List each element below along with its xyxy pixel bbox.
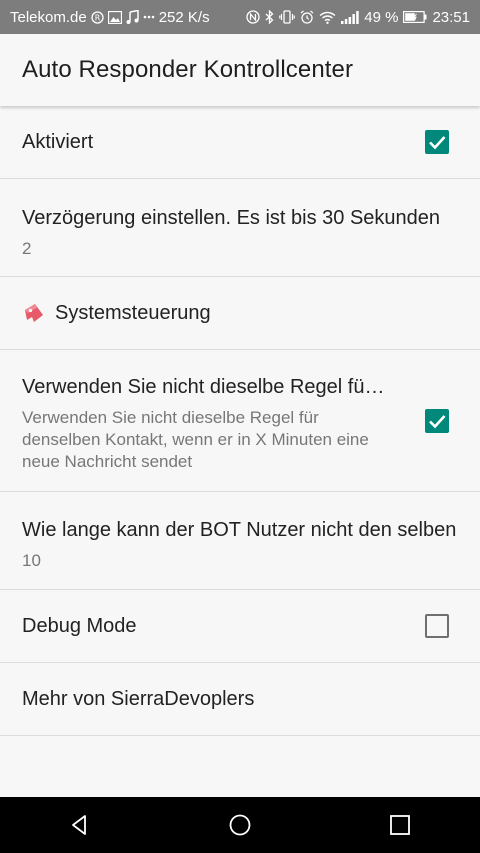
setting-debug[interactable]: Debug Mode [0,590,480,663]
network-speed: 252 K/s [158,8,210,26]
category-systemsteuerung: Systemsteuerung [0,277,480,350]
bookmark-icon [22,301,46,325]
setting-bot-limit-value: 10 [22,551,41,570]
battery-percent: 49 % [364,8,399,26]
setting-same-rule-summary: Verwenden Sie nicht dieselbe Regel für d… [22,408,369,471]
clock: 23:51 [432,8,470,26]
recents-button[interactable] [370,797,430,853]
debug-checkbox[interactable] [425,614,449,638]
setting-bot-limit-title: Wie lange kann der BOT Nutzer nicht den … [22,519,457,541]
setting-delay[interactable]: Verzögerung einstellen. Es ist bis 30 Se… [0,179,480,277]
setting-same-rule[interactable]: Verwenden Sie nicht dieselbe Regel für d… [0,350,480,492]
settings-list: Aktiviert Verzögerung einstellen. Es ist… [0,106,480,736]
back-icon [72,815,86,835]
carrier-label: Telekom.de [10,8,87,26]
bluetooth-icon [265,10,274,24]
signal-icon [341,10,359,24]
setting-delay-value: 2 [22,239,32,258]
setting-more-title: Mehr von SierraDevoplers [22,687,255,710]
recents-icon [390,815,410,835]
app-bar: Auto Responder Kontrollcenter [0,34,480,106]
vibrate-icon [279,10,296,24]
nav-bar [0,797,480,853]
setting-delay-title: Verzögerung einstellen. Es ist bis 30 Se… [22,207,441,229]
battery-icon [403,11,427,23]
wifi-icon [319,11,336,24]
r-circle-icon: R [91,10,104,24]
setting-bot-limit[interactable]: Wie lange kann der BOT Nutzer nicht den … [0,492,480,590]
activated-checkbox[interactable] [425,130,449,154]
setting-activated[interactable]: Aktiviert [0,106,480,179]
nfc-icon [246,10,260,24]
status-bar: Telekom.de R 252 K/s 49 % 23:51 [0,0,480,34]
same-rule-checkbox[interactable] [425,408,449,433]
category-title: Systemsteuerung [55,301,211,324]
home-button[interactable] [210,797,270,853]
image-icon [107,10,122,24]
setting-activated-title: Aktiviert [22,130,94,153]
setting-more[interactable]: Mehr von SierraDevoplers [0,663,480,736]
alarm-icon [300,10,314,24]
setting-debug-title: Debug Mode [22,614,137,637]
page-title: Auto Responder Kontrollcenter [22,56,354,83]
svg-text:R: R [94,13,100,22]
back-button[interactable] [50,797,110,853]
music-icon [126,10,139,24]
more-dots-icon [143,15,155,19]
setting-same-rule-title: Verwenden Sie nicht dieselbe Regel für d… [22,376,388,398]
home-icon [229,814,251,836]
